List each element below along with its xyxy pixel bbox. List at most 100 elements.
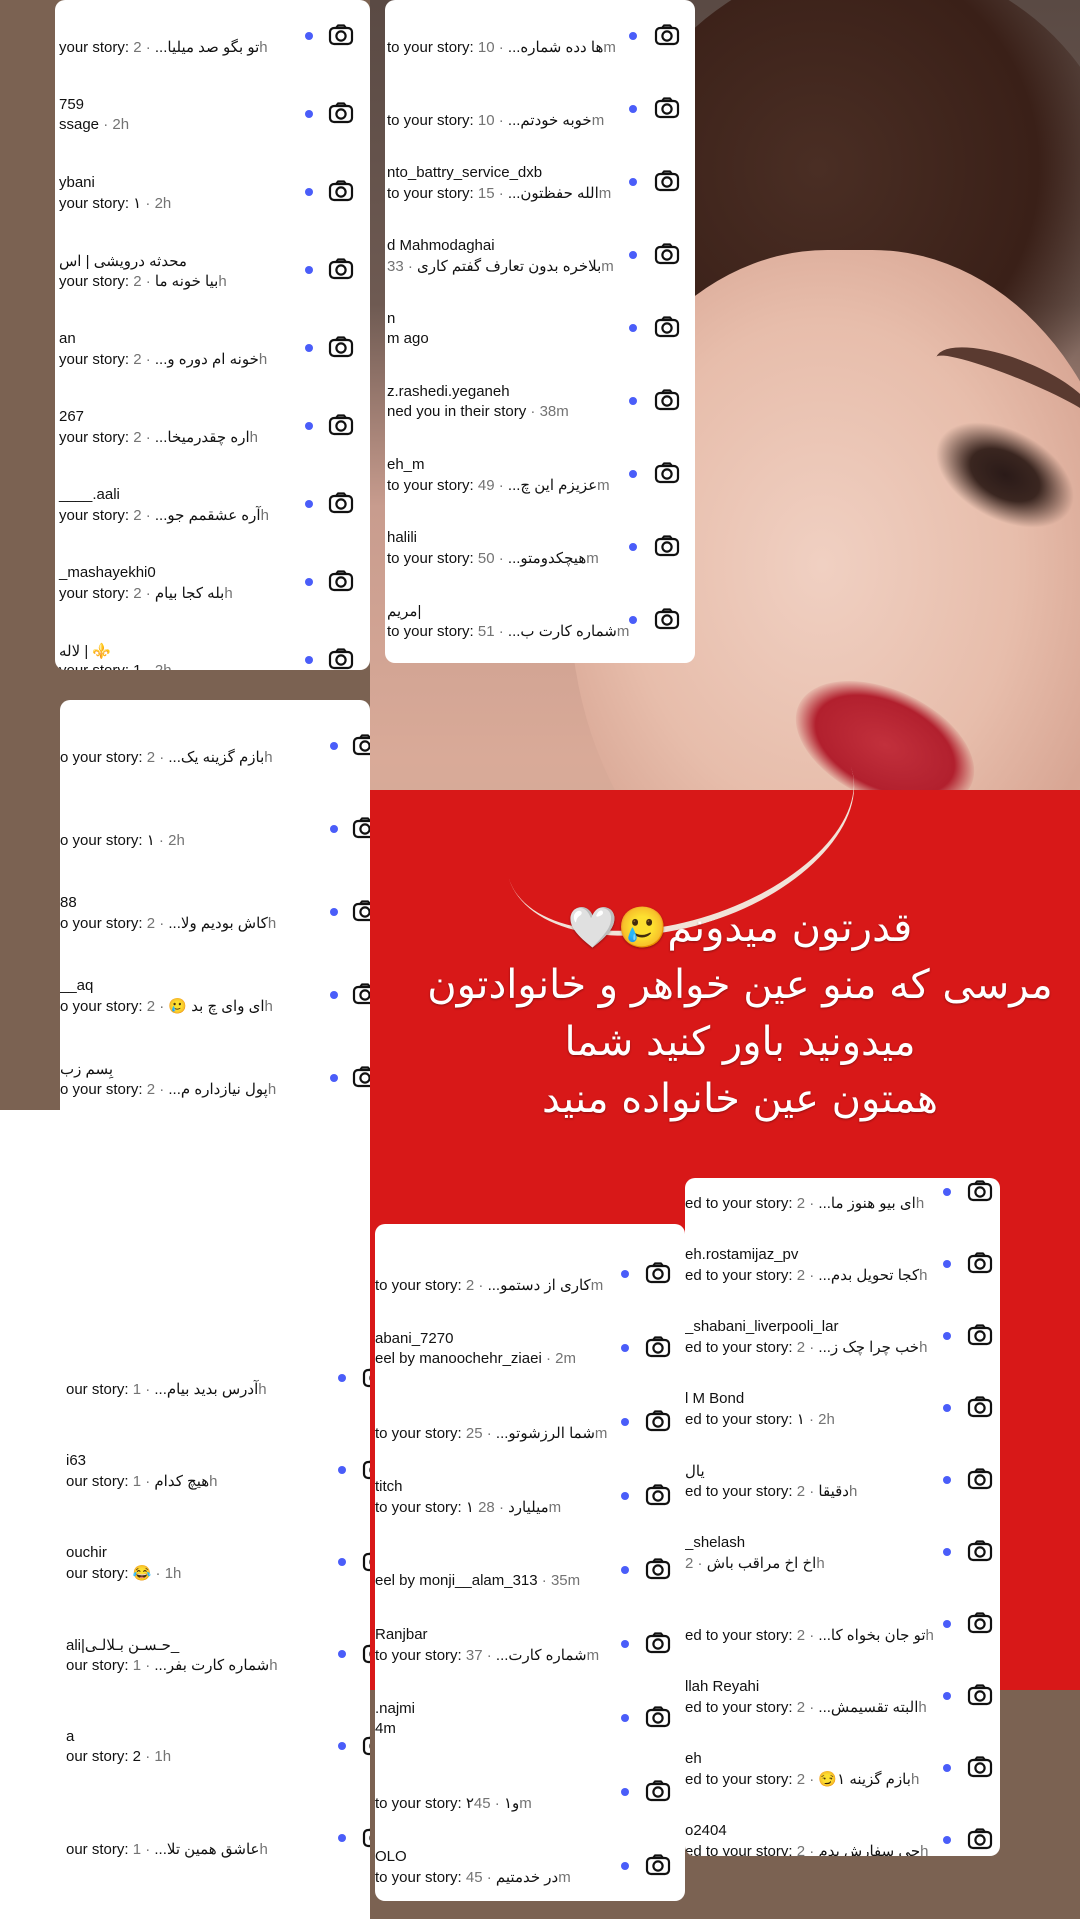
- camera-icon[interactable]: [328, 258, 354, 280]
- notification-row[interactable]: 88 o your story: کاش بودیم ولا... · 2h: [60, 894, 370, 977]
- camera-icon[interactable]: [328, 492, 354, 514]
- camera-icon[interactable]: [654, 389, 680, 411]
- notification-row[interactable]: eh_m to your story: عزیزم این چ... · 49m: [385, 456, 695, 529]
- camera-icon[interactable]: [362, 1734, 370, 1756]
- notification-row[interactable]: i63 our story: هیچ کدام · 1h: [66, 1452, 370, 1544]
- camera-icon[interactable]: [352, 817, 370, 839]
- camera-icon[interactable]: [645, 1632, 671, 1654]
- notification-time: · 2h: [141, 195, 172, 212]
- notification-row[interactable]: d Mahmodaghai بلاخره بدون تعارف گفتم کاری…: [385, 237, 695, 310]
- notification-row[interactable]: nto_battry_service_dxb to your story: الل…: [385, 164, 695, 237]
- camera-icon[interactable]: [328, 102, 354, 124]
- notification-row[interactable]: titch to your story: ۱ میلیارد · 28m: [375, 1478, 685, 1552]
- camera-icon[interactable]: [967, 1612, 993, 1634]
- notification-row[interactable]: Ranjbar to your story: شماره کارت... · 37…: [375, 1626, 685, 1700]
- notification-row[interactable]: ali|حـسـن بـلالـی_ our story: شماره کارت …: [66, 1636, 370, 1728]
- notification-row[interactable]: o your story: ۱ · 2h: [60, 811, 370, 894]
- camera-icon[interactable]: [645, 1706, 671, 1728]
- camera-icon[interactable]: [967, 1252, 993, 1274]
- notification-row[interactable]: ouchir our story: 😂 · 1h: [66, 1544, 370, 1636]
- notification-row[interactable]: ed to your story: تو جان بخواه کا... · 2…: [685, 1606, 1000, 1678]
- notification-row[interactable]: 759 ssage · 2h: [55, 96, 370, 174]
- notification-row[interactable]: to your story: ها دده شماره... · 10m: [385, 18, 695, 91]
- notification-row[interactable]: ybani your story: ۱ · 2h: [55, 174, 370, 252]
- notification-row[interactable]: eel by monji__alam_313 · 35m: [375, 1552, 685, 1626]
- notification-row[interactable]: eh ed to your story: بازم گزینه ۱😏 · 2h: [685, 1750, 1000, 1822]
- notification-row[interactable]: 267 your story: اره چقدرمیخا... · 2h: [55, 408, 370, 486]
- camera-icon[interactable]: [645, 1336, 671, 1358]
- camera-icon[interactable]: [352, 983, 370, 1005]
- camera-icon[interactable]: [352, 1066, 370, 1088]
- camera-icon[interactable]: [362, 1550, 370, 1572]
- camera-icon[interactable]: [362, 1458, 370, 1480]
- notification-row[interactable]: _shelash اخ اخ مراقب باش · 2h: [685, 1534, 1000, 1606]
- notification-row[interactable]: to your story: خوبه خودتم... · 10m: [385, 91, 695, 164]
- camera-icon[interactable]: [352, 900, 370, 922]
- camera-icon[interactable]: [645, 1410, 671, 1432]
- camera-icon[interactable]: [645, 1558, 671, 1580]
- camera-icon[interactable]: [654, 316, 680, 338]
- notification-row[interactable]: لاله | ⚜️ your story: 1 · 2h: [55, 642, 370, 670]
- notification-row[interactable]: z.rashedi.yeganeh ned you in their story …: [385, 383, 695, 456]
- camera-icon[interactable]: [362, 1366, 370, 1388]
- camera-icon[interactable]: [328, 414, 354, 436]
- camera-icon[interactable]: [654, 462, 680, 484]
- camera-icon[interactable]: [645, 1262, 671, 1284]
- camera-icon[interactable]: [967, 1396, 993, 1418]
- notification-row[interactable]: o your story: بازم گزینه یک... · 2h: [60, 728, 370, 811]
- notification-row[interactable]: __aq o your story: ای وای چ بد 🥲 · 2h: [60, 977, 370, 1060]
- notification-row[interactable]: to your story: ۲و۱ · 45m: [375, 1774, 685, 1848]
- camera-icon[interactable]: [967, 1756, 993, 1778]
- notification-row[interactable]: .najmi 4m: [375, 1700, 685, 1774]
- camera-icon[interactable]: [654, 24, 680, 46]
- camera-icon[interactable]: [645, 1780, 671, 1802]
- notification-username: مریم|: [387, 603, 422, 620]
- notification-row[interactable]: eh.rostamijaz_pv ed to your story: کجا تح…: [685, 1246, 1000, 1318]
- notification-row[interactable]: your story: تو بگو صد میلیا... · 2h: [55, 18, 370, 96]
- notification-row[interactable]: to your story: کاری از دستمو... · 2m: [375, 1256, 685, 1330]
- camera-icon[interactable]: [328, 570, 354, 592]
- notification-row[interactable]: llah Reyahi ed to your story: البته تقسیم…: [685, 1678, 1000, 1750]
- notification-row[interactable]: یال ed to your story: دقیقا · 2h: [685, 1462, 1000, 1534]
- camera-icon[interactable]: [967, 1468, 993, 1490]
- camera-icon[interactable]: [645, 1854, 671, 1876]
- notification-row[interactable]: abani_7270 eel by manoochehr_ziaei · 2m: [375, 1330, 685, 1404]
- notification-row[interactable]: _shabani_liverpooli_lar ed to your story:…: [685, 1318, 1000, 1390]
- camera-icon[interactable]: [654, 170, 680, 192]
- camera-icon[interactable]: [654, 243, 680, 265]
- camera-icon[interactable]: [328, 336, 354, 358]
- notification-row[interactable]: our story: عاشق همین تلا... · 1h: [66, 1820, 370, 1912]
- camera-icon[interactable]: [645, 1484, 671, 1506]
- camera-icon[interactable]: [654, 535, 680, 557]
- notification-row[interactable]: ____.aali your story: آره عشقمم جو... · 2…: [55, 486, 370, 564]
- notification-row[interactable]: a our story: 2 · 1h: [66, 1728, 370, 1820]
- camera-icon[interactable]: [362, 1826, 370, 1848]
- notification-row[interactable]: to your story: شما الرزشوتو... · 25m: [375, 1404, 685, 1478]
- notification-row[interactable]: halili to your story: هیچکدومتو... · 50m: [385, 529, 695, 602]
- notification-row[interactable]: _mashayekhi0 your story: بله کجا بیام · 2…: [55, 564, 370, 642]
- notification-message: your story: بیا خونه ما · 2h: [59, 272, 227, 290]
- notification-username: بِسم زب: [60, 1061, 114, 1078]
- notification-row[interactable]: o2404 ed to your story: چی سفارش بدم · 2h: [685, 1822, 1000, 1856]
- camera-icon[interactable]: [328, 24, 354, 46]
- camera-icon[interactable]: [352, 734, 370, 756]
- notification-username: ybani: [59, 174, 95, 191]
- camera-icon[interactable]: [362, 1642, 370, 1664]
- camera-icon[interactable]: [967, 1540, 993, 1562]
- notification-row[interactable]: مریم| to your story: شماره کارت ب... · 51…: [385, 602, 695, 663]
- camera-icon[interactable]: [654, 608, 680, 630]
- notification-row[interactable]: محدثه درویشی | اس your story: بیا خونه ما…: [55, 252, 370, 330]
- notification-row[interactable]: OLO to your story: در خدمتیم · 45m: [375, 1848, 685, 1901]
- camera-icon[interactable]: [967, 1324, 993, 1346]
- camera-icon[interactable]: [967, 1828, 993, 1850]
- notification-row[interactable]: ed to your story: ای بیو هنوز ما... · 2h: [685, 1178, 1000, 1246]
- camera-icon[interactable]: [328, 180, 354, 202]
- notification-row[interactable]: an your story: خونه ام دوره و... · 2h: [55, 330, 370, 408]
- notification-row[interactable]: n m ago: [385, 310, 695, 383]
- camera-icon[interactable]: [654, 97, 680, 119]
- notification-row[interactable]: our story: آدرس بدید بیام... · 1h: [66, 1360, 370, 1452]
- camera-icon[interactable]: [967, 1684, 993, 1706]
- notification-row[interactable]: l M Bond ed to your story: ۱ · 2h: [685, 1390, 1000, 1462]
- camera-icon[interactable]: [328, 648, 354, 670]
- camera-icon[interactable]: [967, 1180, 993, 1202]
